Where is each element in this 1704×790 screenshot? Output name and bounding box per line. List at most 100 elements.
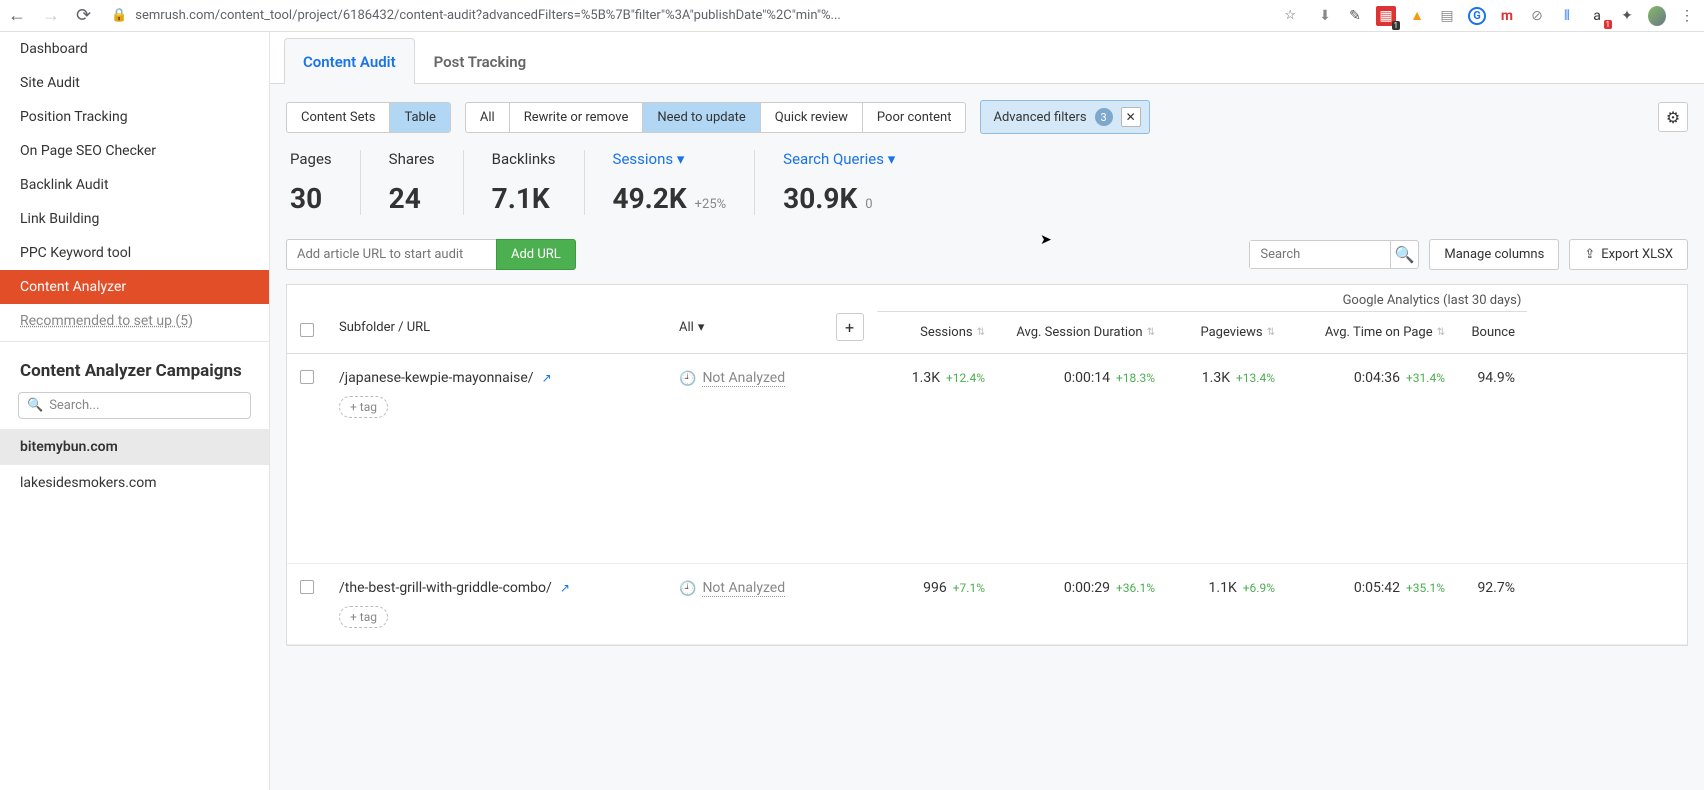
external-link-icon[interactable]: ↗ [560,581,570,595]
table-search-input[interactable] [1250,241,1390,268]
manage-columns-button[interactable]: Manage columns [1429,239,1559,270]
row-status[interactable]: Not Analyzed [702,370,785,387]
stat-shares-value: 24 [389,182,421,215]
external-link-icon[interactable]: ↗ [542,371,552,385]
ext-doc-icon[interactable]: ▤ [1438,7,1456,25]
filter-all[interactable]: All [466,103,510,132]
stat-queries-label[interactable]: Search Queries ▾ [783,150,895,168]
sidebar-item-link-building[interactable]: Link Building [0,202,269,236]
add-url-button[interactable]: Add URL [496,239,576,270]
add-tag-button[interactable]: + tag [339,606,388,628]
table-header: Google Analytics (last 30 days) Subfolde… [287,285,1687,354]
star-icon[interactable]: ☆ [1284,8,1296,23]
campaigns-heading: Content Analyzer Campaigns [0,342,269,388]
kebab-menu-icon[interactable]: ⋮ [1678,7,1696,25]
export-xlsx-button[interactable]: ⇪Export XLSX [1569,239,1688,270]
sidebar-item-position-tracking[interactable]: Position Tracking [0,100,269,134]
stat-shares-label: Shares [389,150,435,168]
content-table: Google Analytics (last 30 days) Subfolde… [286,284,1688,646]
table-search: 🔍 [1249,240,1419,269]
row-url[interactable]: /the-best-grill-with-griddle-combo/ [339,580,552,596]
row-url[interactable]: /japanese-kewpie-mayonnaise/ [339,370,534,386]
ext-download-icon[interactable]: ⬇ [1316,7,1334,25]
advanced-filters-chip[interactable]: Advanced filters 3 ✕ [980,100,1149,134]
stat-sessions-value: 49.2K [613,182,687,215]
ext-amazon-icon[interactable]: a1 [1588,7,1606,25]
forward-icon[interactable]: → [42,5,60,26]
campaign-search-input[interactable]: 🔍 Search... [18,392,251,419]
sidebar-item-ppc-keyword[interactable]: PPC Keyword tool [0,236,269,270]
table-search-button[interactable]: 🔍 [1390,241,1418,268]
ext-avatar-icon[interactable] [1648,7,1666,25]
sidebar-item-dashboard[interactable]: Dashboard [0,32,269,66]
th-pageviews[interactable]: Pageviews⇅ [1167,311,1287,353]
filter-poor[interactable]: Poor content [863,103,966,132]
th-bounce[interactable]: Bounce [1457,311,1527,353]
row-sessions-delta: +7.1% [953,581,985,595]
th-asd[interactable]: Avg. Session Duration⇅ [997,311,1167,353]
sort-icon: ⇅ [1147,327,1155,338]
select-all-checkbox[interactable] [300,323,314,337]
row-atp-delta: +35.1% [1406,581,1445,595]
stat-backlinks-label: Backlinks [492,150,556,168]
filter-quick[interactable]: Quick review [761,103,863,132]
row-status[interactable]: Not Analyzed [702,580,785,597]
row-asd-delta: +18.3% [1116,371,1155,385]
stat-sessions-delta: +25% [695,197,727,212]
add-url-input[interactable] [286,239,496,270]
url-text[interactable]: semrush.com/content_tool/project/6186432… [135,8,1276,23]
search-icon: 🔍 [27,398,43,413]
ext-red-icon[interactable]: ▦1 [1376,6,1396,26]
row-checkbox[interactable] [300,580,314,594]
ext-edit-icon[interactable]: ✎ [1346,7,1364,25]
clock-icon: 🕘 [679,581,696,597]
th-sessions[interactable]: Sessions⇅ [877,311,997,353]
sidebar-item-backlink-audit[interactable]: Backlink Audit [0,168,269,202]
sort-icon: ⇅ [1437,327,1445,338]
ext-m-icon[interactable]: m [1498,7,1516,25]
browser-chrome: ← → ⟳ 🔒 semrush.com/content_tool/project… [0,0,1704,32]
sidebar-item-on-page-seo[interactable]: On Page SEO Checker [0,134,269,168]
settings-button[interactable]: ⚙ [1658,102,1688,132]
row-pv-delta: +13.4% [1236,371,1275,385]
table-row: /the-best-grill-with-griddle-combo/ ↗ + … [287,564,1687,645]
add-url-form: Add URL [286,239,576,270]
lock-icon: 🔒 [111,8,127,23]
sort-icon: ⇅ [977,327,985,338]
th-atp[interactable]: Avg. Time on Page⇅ [1287,311,1457,353]
row-checkbox[interactable] [300,370,314,384]
reload-icon[interactable]: ⟳ [76,5,91,26]
sidebar-item-recommended[interactable]: Recommended to set up (5) [0,304,269,342]
view-table[interactable]: Table [390,103,449,132]
chevron-down-icon: ▾ [698,320,705,335]
ext-puzzle-icon[interactable]: ✦ [1618,7,1636,25]
row-atp-delta: +31.4% [1406,371,1445,385]
ext-block-icon[interactable]: ⊘ [1528,7,1546,25]
view-content-sets[interactable]: Content Sets [287,103,390,132]
stat-backlinks-value: 7.1K [492,182,550,215]
stat-shares: Shares 24 [361,150,464,215]
filter-rewrite[interactable]: Rewrite or remove [510,103,644,132]
campaign-item-bitemybun[interactable]: bitemybun.com [0,429,269,465]
row-bounce: 92.7% [1477,580,1515,596]
add-column-button[interactable]: + [836,313,864,341]
campaign-item-lakesidesmokers[interactable]: lakesidesmokers.com [0,465,269,501]
chevron-down-icon: ▾ [888,150,896,168]
stat-backlinks: Backlinks 7.1K [464,150,585,215]
ext-flame-icon[interactable]: ▲ [1408,7,1426,25]
add-tag-button[interactable]: + tag [339,396,388,418]
tab-content-audit[interactable]: Content Audit [284,38,415,83]
tab-post-tracking[interactable]: Post Tracking [415,38,546,83]
advanced-filters-clear[interactable]: ✕ [1121,107,1141,127]
stat-queries: Search Queries ▾ 30.9K0 [755,150,923,215]
th-all-dropdown[interactable]: All ▾ [667,285,822,353]
ext-bars-icon[interactable]: ⦀ [1558,7,1576,25]
sidebar-item-content-analyzer[interactable]: Content Analyzer [0,270,269,304]
th-subfolder[interactable]: Subfolder / URL [327,285,667,353]
back-icon[interactable]: ← [8,5,26,26]
advanced-filters-label: Advanced filters [993,110,1086,125]
filter-need-update[interactable]: Need to update [643,103,760,132]
stat-sessions-label[interactable]: Sessions ▾ [613,150,727,168]
sidebar-item-site-audit[interactable]: Site Audit [0,66,269,100]
ext-g-icon[interactable]: G [1468,7,1486,25]
